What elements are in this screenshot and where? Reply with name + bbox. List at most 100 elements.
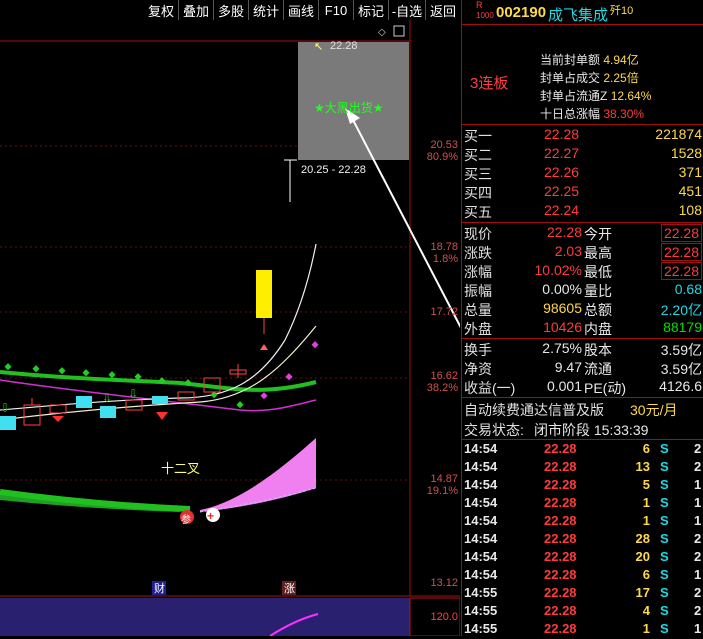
stock-name: 成飞集成 xyxy=(548,7,609,24)
axis-price: 16.62 xyxy=(430,370,458,382)
buy-price: 22.26 xyxy=(544,164,580,180)
tick-time: 14:54 xyxy=(464,549,498,564)
chart-canvas: ◇ ⇩ ⇩ ⇩ + xyxy=(0,20,460,636)
quote-label: 最高 xyxy=(584,245,612,261)
buy-volume: 108 xyxy=(678,202,702,218)
tick-side: S xyxy=(660,459,669,474)
tick-count: 2 xyxy=(694,531,702,546)
tick-price: 22.28 xyxy=(544,513,577,528)
tick-row: 14:54 22.28 1 S 1 xyxy=(462,513,703,531)
quote-value: 0.68 xyxy=(674,281,702,297)
quote-label: 总量 xyxy=(464,302,492,318)
tick-volume: 4 xyxy=(642,603,650,618)
quote-value: 22.28 xyxy=(660,224,702,242)
fund-label: PE(动) xyxy=(584,380,626,396)
tick-volume: 17 xyxy=(635,585,650,600)
tick-volume: 20 xyxy=(635,549,650,564)
tick-row: 14:54 22.28 6 S 2 xyxy=(462,441,703,459)
popup-signal-text: ★大黑出货★ xyxy=(314,101,384,115)
seal-info: 当前封单额 4.94亿 封单占成交 2.25倍 封单占流通Z 12.64% 十日… xyxy=(540,53,652,121)
buy-label: 买二 xyxy=(464,147,492,163)
ad-banner[interactable]: 自动续费通达信普及版 30元/月 xyxy=(462,400,703,418)
fund-value: 0.001 xyxy=(546,378,582,394)
fund-value: 3.59亿 xyxy=(660,361,702,377)
tick-count: 2 xyxy=(694,441,702,456)
buy-volume: 451 xyxy=(678,183,702,199)
tick-time: 14:55 xyxy=(464,603,498,618)
svg-text:⇩: ⇩ xyxy=(0,401,10,415)
tick-price: 22.28 xyxy=(544,549,577,564)
quote-row: 涨幅 10.02% 最低 22.28 xyxy=(462,262,703,280)
buy-volume: 221874 xyxy=(655,126,702,142)
buy-price: 22.28 xyxy=(544,126,580,142)
can-marker-icon: 参 xyxy=(181,515,191,526)
stock-tag: 歼10 xyxy=(610,5,634,17)
quote-value: 2.03 xyxy=(554,243,582,259)
tick-volume: 1 xyxy=(642,621,650,636)
quote-value: 10.02% xyxy=(534,262,582,278)
tick-side: S xyxy=(660,621,669,636)
axis-pct: 1.8% xyxy=(432,253,458,265)
tick-row: 14:54 22.28 5 S 1 xyxy=(462,477,703,495)
tick-time: 14:55 xyxy=(464,585,498,600)
quote-row: 涨跌 2.03 最高 22.28 xyxy=(462,243,703,261)
quote-row: 外盘 10426 内盘 88179 xyxy=(462,319,703,337)
tick-count: 1 xyxy=(694,621,702,636)
quote-value: 22.28 xyxy=(546,224,582,240)
tick-row: 14:54 22.28 28 S 2 xyxy=(462,531,703,549)
fund-row: 净资 9.47 流通 3.59亿 xyxy=(462,359,703,377)
tick-row: 14:54 22.28 1 S 1 xyxy=(462,495,703,513)
tick-volume: 1 xyxy=(642,495,650,510)
tick-count: 2 xyxy=(694,603,702,618)
axis-price: 13.12 xyxy=(430,577,458,589)
trade-status: 交易状态: 闭市阶段 15:33:39 xyxy=(464,422,649,438)
fund-value: 3.59亿 xyxy=(660,342,702,358)
buy-volume: 1528 xyxy=(670,145,702,161)
buy-level-row: 买五 22.24 108 xyxy=(462,202,703,220)
tick-count: 1 xyxy=(694,495,702,510)
quote-value: 22.28 xyxy=(660,262,702,280)
tick-count: 2 xyxy=(694,585,702,600)
fund-label: 股本 xyxy=(584,342,612,358)
quote-value: 98605 xyxy=(543,300,582,316)
quote-value: 10426 xyxy=(543,319,582,335)
tick-price: 22.28 xyxy=(544,621,577,636)
quote-row: 振幅 0.00% 量比 0.68 xyxy=(462,281,703,299)
axis-pct: 80.9% xyxy=(426,151,458,163)
tick-time: 14:54 xyxy=(464,459,498,474)
fund-label: 净资 xyxy=(464,361,492,377)
buy-price: 22.27 xyxy=(544,145,580,161)
buy-price: 22.24 xyxy=(544,202,580,218)
popup-range-text: 20.25 - 22.28 xyxy=(301,164,366,176)
svg-text:⇩: ⇩ xyxy=(128,387,138,401)
r-label: R xyxy=(476,0,483,10)
stock-code: 002190 xyxy=(496,4,547,21)
quote-label: 总额 xyxy=(584,302,612,318)
quote-label: 今开 xyxy=(584,226,612,242)
tick-row: 14:55 22.28 1 S 1 xyxy=(462,621,703,639)
axis-pct: 19.1% xyxy=(426,485,458,497)
buy-level-row: 买三 22.26 371 xyxy=(462,164,703,182)
tick-price: 22.28 xyxy=(544,567,577,582)
quote-value: 2.20亿 xyxy=(660,302,702,318)
axis-pct: 38.2% xyxy=(426,382,458,394)
kline-chart[interactable]: 复权 叠加 多股 统计 画线 F10 标记 -自选 返回 ◇ ⇩ ⇩ ⇩ + 2… xyxy=(0,0,460,636)
axis-price: 14.87 xyxy=(430,473,458,485)
buy-price: 22.25 xyxy=(544,183,580,199)
fund-row: 收益(一) 0.001 PE(动) 4126.6 xyxy=(462,378,703,396)
tick-side: S xyxy=(660,441,669,456)
fund-label: 收益(一) xyxy=(464,380,516,396)
popup-top-price: 22.28 xyxy=(330,40,358,52)
zhang-marker: 涨 xyxy=(284,583,295,595)
tick-volume: 6 xyxy=(642,567,650,582)
tick-side: S xyxy=(660,603,669,618)
svg-text:+: + xyxy=(207,509,214,523)
tick-volume: 5 xyxy=(642,477,650,492)
fund-value: 4126.6 xyxy=(659,378,702,394)
tick-count: 1 xyxy=(694,513,702,528)
tick-time: 14:54 xyxy=(464,477,498,492)
tick-time: 14:54 xyxy=(464,495,498,510)
tick-time: 14:54 xyxy=(464,531,498,546)
tick-price: 22.28 xyxy=(544,459,577,474)
quote-panel: R 1000 002190 成飞集成 歼10 3连板 当前封单额 4.94亿 封… xyxy=(461,0,703,636)
